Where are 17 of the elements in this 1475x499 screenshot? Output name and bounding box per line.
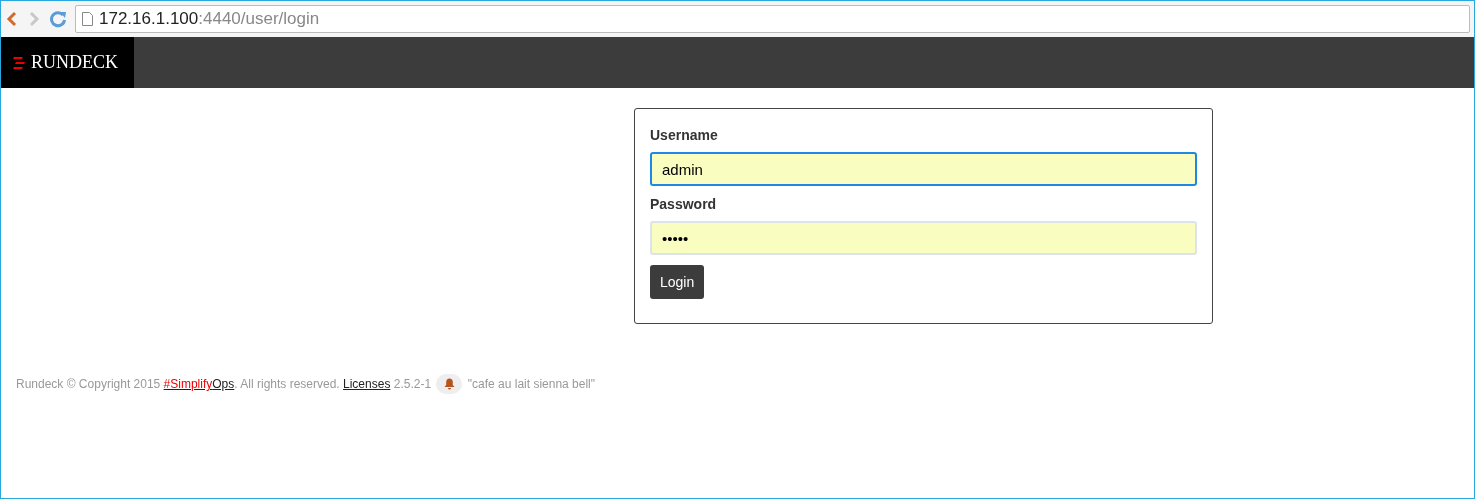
licenses-link[interactable]: Licenses	[343, 375, 391, 393]
input-field[interactable]: admin	[650, 152, 1197, 186]
address-bar[interactable]: 172.16.1.100:4440/user/login	[75, 5, 1470, 33]
back-icon[interactable]	[5, 11, 19, 27]
reload-icon[interactable]	[49, 10, 67, 28]
input-field[interactable]: •••••	[650, 221, 1197, 255]
forward-icon[interactable]	[27, 11, 41, 27]
logo-icon	[13, 55, 25, 70]
address-path: :4440/user/login	[198, 9, 320, 29]
page-icon	[82, 12, 93, 26]
address-host: 172.16.1.100	[99, 9, 199, 29]
footer-text: Rundeck © Copyright 2015 #SimplifyOps. All rights reserved. Licenses 2.5.2-1 "cafe au lait sienna bell"	[16, 374, 1474, 394]
bell-icon	[443, 378, 455, 390]
field-label: Username	[650, 126, 719, 145]
field-label: Password	[650, 195, 718, 214]
login-button[interactable]: Login	[650, 265, 705, 299]
brand-logo[interactable]: RUNDECK	[1, 37, 134, 88]
